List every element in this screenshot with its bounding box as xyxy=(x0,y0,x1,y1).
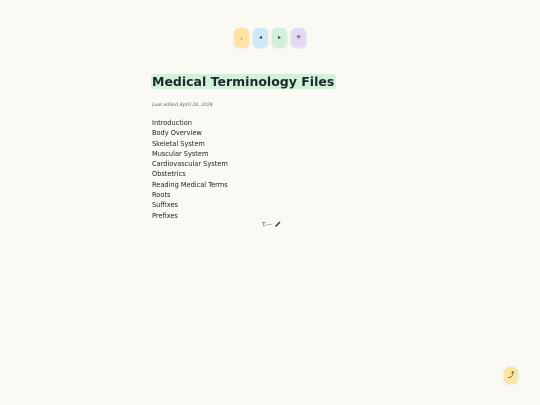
next-icon: ▸ xyxy=(277,34,281,41)
page: , ◂ ▸ ✳ Medical Terminology Files Last e… xyxy=(0,0,540,405)
prev-icon: ◂ xyxy=(258,34,262,41)
last-edited-date: Last edited April 26, 2024 xyxy=(152,103,213,108)
document-content: Medical Terminology Files Last edited Ap… xyxy=(151,71,391,221)
list-item[interactable]: Reading Medical Terms xyxy=(152,180,391,190)
next-button[interactable]: ▸ xyxy=(272,28,287,47)
pen-icon xyxy=(274,221,281,227)
list-item[interactable]: Suffixes xyxy=(152,200,391,210)
signoff-text: T.— xyxy=(262,222,273,228)
arrow-up-icon: ⤴ xyxy=(507,371,515,379)
sparkle-icon: ✳ xyxy=(295,34,302,41)
toolbar: , ◂ ▸ ✳ xyxy=(234,28,306,47)
sparkle-button[interactable]: ✳ xyxy=(291,28,306,47)
page-title: Medical Terminology Files xyxy=(151,74,337,89)
scroll-top-button[interactable]: ⤴ xyxy=(504,367,518,383)
list-item[interactable]: Introduction xyxy=(152,118,391,128)
signoff: T.— xyxy=(262,221,281,228)
list-item[interactable]: Cardiovascular System xyxy=(152,159,391,169)
list-item[interactable]: Skeletal System xyxy=(152,139,391,149)
comma-icon: , xyxy=(240,34,243,41)
list-item[interactable]: Obstetrics xyxy=(152,169,391,179)
comma-button[interactable]: , xyxy=(234,28,249,47)
list-item[interactable]: Prefixes xyxy=(152,211,391,221)
contents-list: Introduction Body Overview Skeletal Syst… xyxy=(152,118,391,221)
list-item[interactable]: Muscular System xyxy=(152,149,391,159)
list-item[interactable]: Body Overview xyxy=(152,128,391,138)
list-item[interactable]: Roots xyxy=(152,190,391,200)
prev-button[interactable]: ◂ xyxy=(253,28,268,47)
